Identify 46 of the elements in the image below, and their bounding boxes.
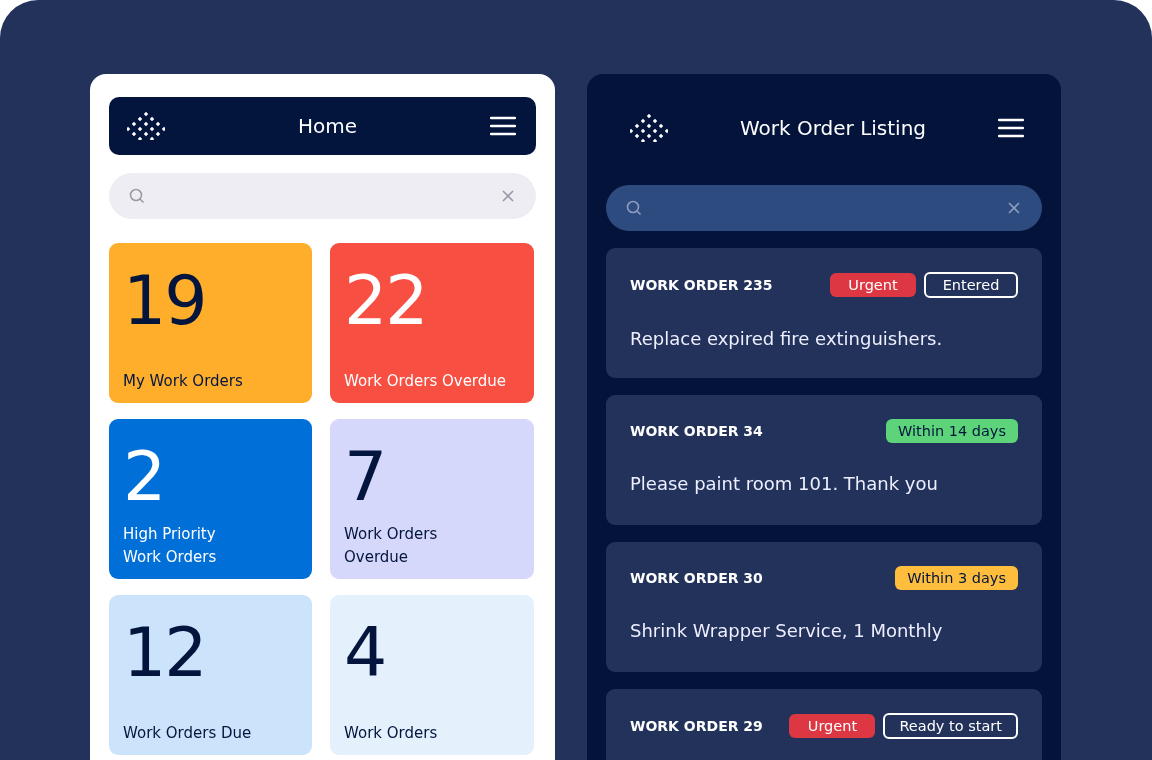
clear-icon[interactable] xyxy=(502,190,514,202)
tile-label: Work Orders Overdue xyxy=(344,371,508,392)
page-title: Home xyxy=(297,114,358,138)
tile-count: 2 xyxy=(123,436,166,518)
stat-tile[interactable]: 7 Work Orders Overdue xyxy=(330,419,534,579)
status-tag: Within 3 days xyxy=(895,566,1018,590)
menu-icon[interactable] xyxy=(998,118,1024,138)
tile-label: High Priority Work Orders xyxy=(123,524,218,568)
logo-icon xyxy=(127,112,165,140)
tile-count: 22 xyxy=(344,260,428,342)
tile-count: 12 xyxy=(123,612,207,694)
stat-tile[interactable]: 12 Work Orders Due xyxy=(109,595,312,755)
status-tag: Within 14 days xyxy=(885,419,1018,443)
tile-count: 7 xyxy=(344,436,387,518)
search-icon xyxy=(626,200,642,216)
status-tag: Urgent xyxy=(789,714,876,738)
work-order-number: WORK ORDER 235 xyxy=(630,277,773,293)
search-icon xyxy=(129,188,145,204)
menu-icon[interactable] xyxy=(490,116,516,136)
work-order-number: WORK ORDER 30 xyxy=(630,570,763,586)
status-tag: Urgent xyxy=(830,273,916,297)
stat-tile[interactable]: 2 High Priority Work Orders xyxy=(109,419,312,579)
status-tag: Entered xyxy=(924,272,1018,298)
search-field[interactable] xyxy=(606,185,1042,231)
clear-icon[interactable] xyxy=(1008,202,1020,214)
tile-label: Work Orders Due xyxy=(123,723,253,744)
search-field[interactable] xyxy=(109,173,536,219)
work-order-card[interactable]: WORK ORDER 34 Within 14 days Please paint room 101. Thank you xyxy=(606,395,1042,525)
tile-label: Work Orders Overdue xyxy=(344,524,439,568)
tile-count: 19 xyxy=(123,260,207,342)
work-order-card[interactable]: WORK ORDER 235 Urgent Entered Replace expired fire extinguishers. xyxy=(606,248,1042,378)
logo-icon xyxy=(630,114,668,142)
tile-count: 4 xyxy=(344,612,387,694)
status-tag: Ready to start xyxy=(883,713,1018,739)
work-order-card[interactable]: WORK ORDER 29 Urgent Ready to start xyxy=(606,689,1042,760)
work-order-card[interactable]: WORK ORDER 30 Within 3 days Shrink Wrapper Service, 1 Monthly xyxy=(606,542,1042,672)
work-order-description: Please paint room 101. Thank you xyxy=(630,473,939,494)
tile-label: Work Orders xyxy=(344,723,439,744)
work-order-number: WORK ORDER 29 xyxy=(630,718,763,734)
stat-tile[interactable]: 19 My Work Orders xyxy=(109,243,312,403)
stat-tile[interactable]: 4 Work Orders xyxy=(330,595,534,755)
page-title: Work Order Listing xyxy=(739,116,927,140)
tile-label: My Work Orders xyxy=(123,371,244,392)
work-order-number: WORK ORDER 34 xyxy=(630,423,763,439)
work-order-description: Replace expired fire extinguishers. xyxy=(630,328,944,349)
work-order-description: Shrink Wrapper Service, 1 Monthly xyxy=(630,620,944,641)
